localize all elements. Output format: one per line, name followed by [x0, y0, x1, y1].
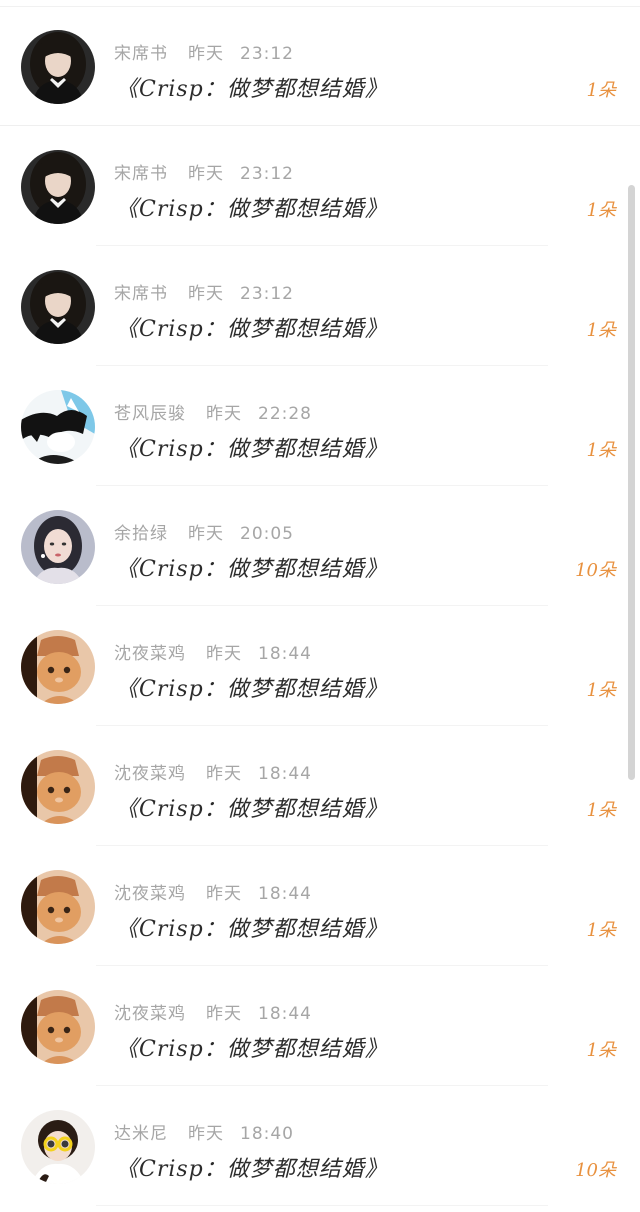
user-name[interactable]: 沈夜菜鸡	[114, 764, 186, 784]
book-title[interactable]: 《Crisp：做梦都想结婚》	[116, 191, 388, 223]
user-name[interactable]: 沈夜菜鸡	[114, 1004, 186, 1024]
gift-count: 1朵	[586, 200, 616, 221]
gift-count: 10朵	[575, 1160, 616, 1181]
avatar[interactable]	[21, 870, 95, 944]
item-time: 18:44	[258, 764, 312, 784]
list-item[interactable]: 苍风辰骏 昨天 22:28 《Crisp：做梦都想结婚》 1朵	[0, 366, 640, 486]
item-day: 昨天	[206, 644, 242, 664]
girl-portrait-avatar-icon	[21, 510, 95, 584]
gift-count: 1朵	[586, 920, 616, 941]
user-name[interactable]: 苍风辰骏	[114, 404, 186, 424]
item-day: 昨天	[188, 164, 224, 184]
girl-dark-hair-avatar-icon	[21, 150, 95, 224]
item-day: 昨天	[206, 884, 242, 904]
item-time: 18:44	[258, 1004, 312, 1024]
user-name[interactable]: 达米尼	[114, 1124, 168, 1144]
orange-cat-avatar-icon	[21, 630, 95, 704]
gift-count: 1朵	[586, 800, 616, 821]
book-title[interactable]: 《Crisp：做梦都想结婚》	[116, 311, 388, 343]
user-name[interactable]: 宋席书	[114, 164, 168, 184]
book-title[interactable]: 《Crisp：做梦都想结婚》	[116, 911, 388, 943]
item-time: 23:12	[240, 284, 294, 304]
vertical-scrollbar[interactable]	[628, 185, 635, 780]
item-time: 18:44	[258, 644, 312, 664]
book-title[interactable]: 《Crisp：做梦都想结婚》	[116, 551, 388, 583]
item-meta: 余拾绿 昨天 20:05	[114, 519, 294, 544]
avatar[interactable]	[21, 1110, 95, 1184]
avatar[interactable]	[21, 750, 95, 824]
item-meta: 宋席书 昨天 23:12	[114, 39, 294, 64]
item-meta: 沈夜菜鸡 昨天 18:44	[114, 639, 312, 664]
gift-count: 10朵	[575, 560, 616, 581]
orange-cat-avatar-icon	[21, 870, 95, 944]
book-title[interactable]: 《Crisp：做梦都想结婚》	[116, 71, 388, 103]
item-meta: 沈夜菜鸡 昨天 18:44	[114, 879, 312, 904]
item-time: 23:12	[240, 164, 294, 184]
item-day: 昨天	[188, 284, 224, 304]
list-item[interactable]: 宋席书 昨天 23:12 《Crisp：做梦都想结婚》 1朵	[0, 6, 640, 126]
gift-count: 1朵	[586, 1040, 616, 1061]
item-day: 昨天	[206, 1004, 242, 1024]
gift-count: 1朵	[586, 440, 616, 461]
avatar[interactable]	[21, 630, 95, 704]
item-day: 昨天	[188, 524, 224, 544]
list-item[interactable]: 达米尼 昨天 18:40 《Crisp：做梦都想结婚》 10朵	[0, 1086, 640, 1206]
list-item[interactable]: 沈夜菜鸡 昨天 18:44 《Crisp：做梦都想结婚》 1朵	[0, 726, 640, 846]
item-day: 昨天	[188, 44, 224, 64]
gift-count: 1朵	[586, 680, 616, 701]
item-day: 昨天	[188, 1124, 224, 1144]
item-meta: 宋席书 昨天 23:12	[114, 159, 294, 184]
book-title[interactable]: 《Crisp：做梦都想结婚》	[116, 1031, 388, 1063]
item-meta: 苍风辰骏 昨天 22:28	[114, 399, 312, 424]
gift-count: 1朵	[586, 80, 616, 101]
item-meta: 沈夜菜鸡 昨天 18:44	[114, 999, 312, 1024]
list-item[interactable]: 沈夜菜鸡 昨天 18:44 《Crisp：做梦都想结婚》 1朵	[0, 606, 640, 726]
item-time: 20:05	[240, 524, 294, 544]
orange-cat-avatar-icon	[21, 990, 95, 1064]
book-title[interactable]: 《Crisp：做梦都想结婚》	[116, 791, 388, 823]
anime-boy-avatar-icon	[21, 390, 95, 464]
item-time: 18:44	[258, 884, 312, 904]
girl-dark-hair-avatar-icon	[21, 30, 95, 104]
avatar[interactable]	[21, 270, 95, 344]
list-item[interactable]: 余拾绿 昨天 20:05 《Crisp：做梦都想结婚》 10朵	[0, 486, 640, 606]
item-day: 昨天	[206, 404, 242, 424]
item-meta: 沈夜菜鸡 昨天 18:44	[114, 759, 312, 784]
book-title[interactable]: 《Crisp：做梦都想结婚》	[116, 1151, 388, 1183]
list-item[interactable]: 宋席书 昨天 23:12 《Crisp：做梦都想结婚》 1朵	[0, 246, 640, 366]
list-item[interactable]: 宋席书 昨天 23:12 《Crisp：做梦都想结婚》 1朵	[0, 126, 640, 246]
user-name[interactable]: 沈夜菜鸡	[114, 884, 186, 904]
item-meta: 达米尼 昨天 18:40	[114, 1119, 294, 1144]
avatar[interactable]	[21, 390, 95, 464]
item-time: 18:40	[240, 1124, 294, 1144]
child-sunglasses-avatar-icon	[21, 1110, 95, 1184]
item-time: 22:28	[258, 404, 312, 424]
list-item[interactable]: 沈夜菜鸡 昨天 18:44 《Crisp：做梦都想结婚》 1朵	[0, 846, 640, 966]
item-meta: 宋席书 昨天 23:12	[114, 279, 294, 304]
book-title[interactable]: 《Crisp：做梦都想结婚》	[116, 431, 388, 463]
book-title[interactable]: 《Crisp：做梦都想结婚》	[116, 671, 388, 703]
avatar[interactable]	[21, 150, 95, 224]
item-day: 昨天	[206, 764, 242, 784]
user-name[interactable]: 沈夜菜鸡	[114, 644, 186, 664]
gift-count: 1朵	[586, 320, 616, 341]
list-item[interactable]: 沈夜菜鸡 昨天 18:44 《Crisp：做梦都想结婚》 1朵	[0, 966, 640, 1086]
girl-dark-hair-avatar-icon	[21, 270, 95, 344]
user-name[interactable]: 余拾绿	[114, 524, 168, 544]
avatar[interactable]	[21, 990, 95, 1064]
avatar[interactable]	[21, 510, 95, 584]
avatar[interactable]	[21, 30, 95, 104]
orange-cat-avatar-icon	[21, 750, 95, 824]
item-time: 23:12	[240, 44, 294, 64]
user-name[interactable]: 宋席书	[114, 44, 168, 64]
user-name[interactable]: 宋席书	[114, 284, 168, 304]
